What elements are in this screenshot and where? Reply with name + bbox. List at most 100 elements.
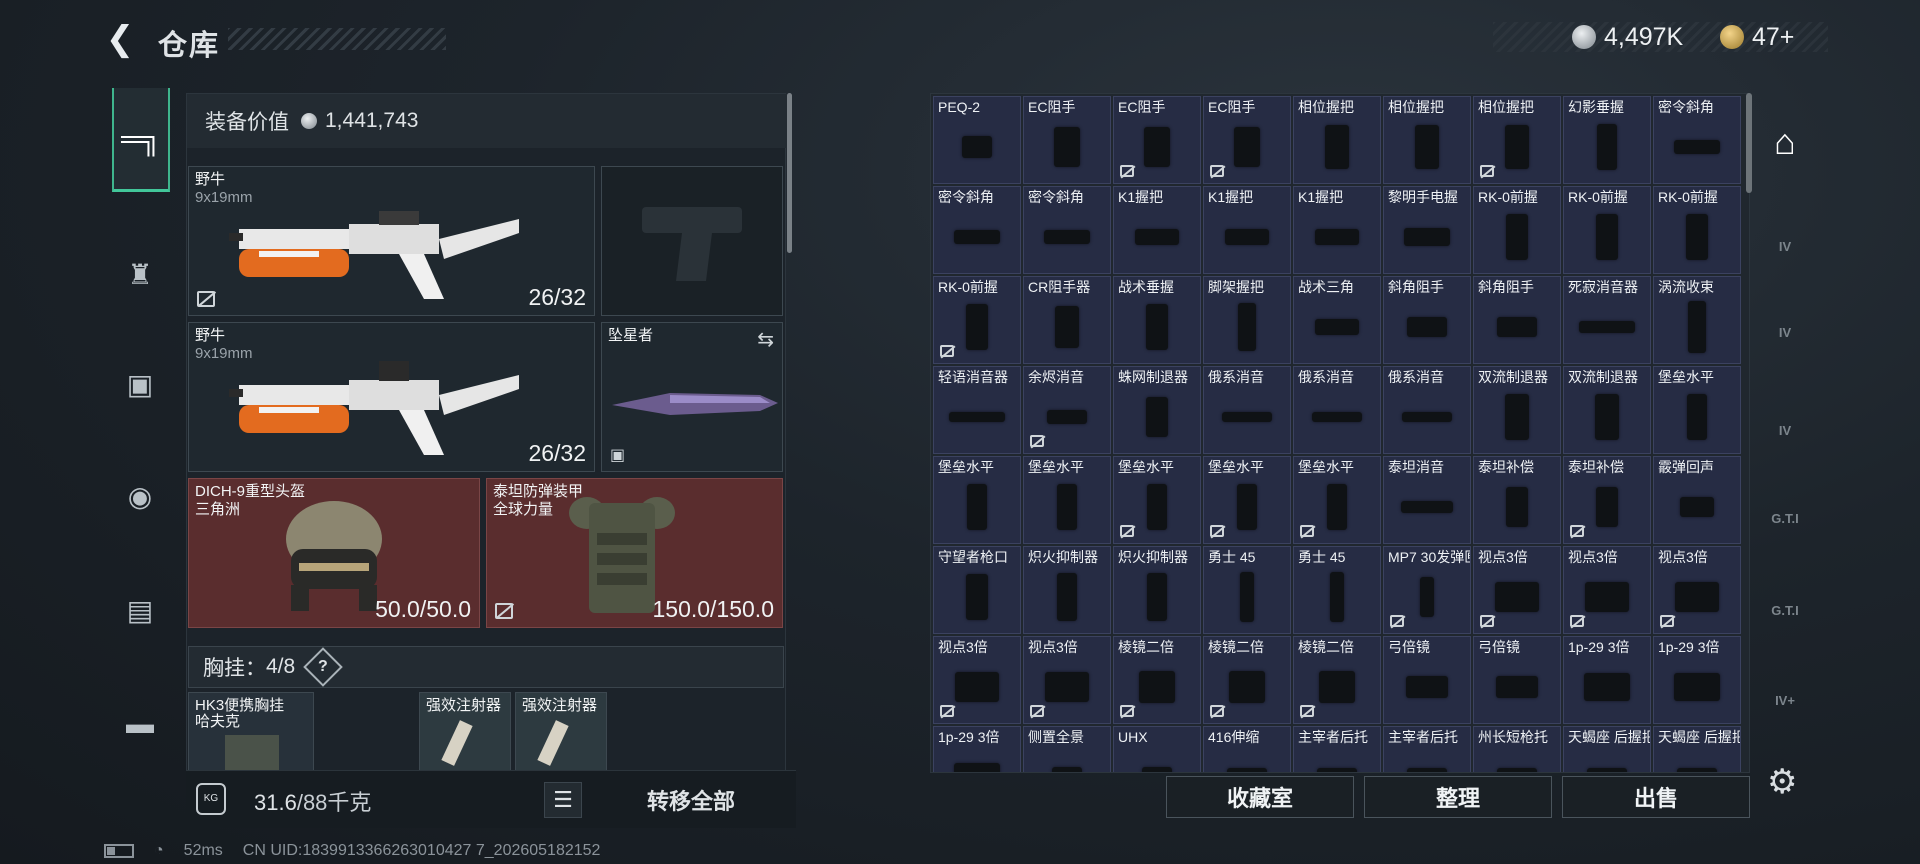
storage-item[interactable]: MP7 30发弹匣 <box>1383 546 1471 634</box>
storage-item[interactable]: 双流制退器 <box>1473 366 1561 454</box>
storage-item[interactable]: 天蝎座 后握把 <box>1563 726 1651 772</box>
storage-item[interactable]: 弓倍镜 <box>1473 636 1561 724</box>
injector-item[interactable]: 强效注射器 <box>515 692 607 772</box>
storage-item[interactable]: 相位握把 <box>1383 96 1471 184</box>
storage-item[interactable]: 弓倍镜 <box>1383 636 1471 724</box>
storage-item[interactable]: 涡流收束 <box>1653 276 1741 364</box>
storage-item[interactable]: K1握把 <box>1203 186 1291 274</box>
storage-item[interactable]: 炽火抑制器 <box>1113 546 1201 634</box>
tab-pistol[interactable]: ═╗ <box>112 88 170 192</box>
storage-item[interactable]: 视点3倍 <box>1023 636 1111 724</box>
storage-item[interactable]: 黎明手电握 <box>1383 186 1471 274</box>
storage-scrollbar[interactable] <box>1746 93 1752 193</box>
storage-item[interactable]: 密令斜角 <box>1023 186 1111 274</box>
storage-item[interactable]: CR阻手器 <box>1023 276 1111 364</box>
tab-toolbox[interactable]: ▬ <box>112 696 168 752</box>
help-icon[interactable]: ? <box>303 647 344 687</box>
storage-item[interactable]: 416伸缩 <box>1203 726 1291 772</box>
storage-item[interactable]: 勇士 45 <box>1203 546 1291 634</box>
sort-button[interactable]: 整理 <box>1364 776 1552 818</box>
storage-item[interactable]: 俄系消音 <box>1203 366 1291 454</box>
left-scrollbar[interactable] <box>787 93 792 253</box>
storage-item[interactable]: 堡垒水平 <box>1113 456 1201 544</box>
container-iv-add-icon[interactable]: IV+ <box>1761 674 1809 726</box>
tab-backpack[interactable]: ▣ <box>112 356 168 412</box>
storage-item[interactable]: 堡垒水平 <box>1653 366 1741 454</box>
gear-icon[interactable]: ⚙ <box>1767 762 1797 802</box>
melee-slot[interactable]: 坠星者 ⇆ ▣ <box>601 322 783 472</box>
stash-icon[interactable]: ⌂ <box>1761 116 1809 168</box>
tab-bag[interactable]: ◉ <box>112 468 168 524</box>
currency-gold[interactable]: 47+ <box>1720 22 1794 52</box>
storage-item[interactable]: EC阻手 <box>1113 96 1201 184</box>
storage-item[interactable]: 蛛网制退器 <box>1113 366 1201 454</box>
storage-item[interactable]: 守望者枪口 <box>933 546 1021 634</box>
currency-silver[interactable]: 4,497K <box>1572 22 1683 52</box>
storage-item[interactable]: 堡垒水平 <box>1203 456 1291 544</box>
storage-item[interactable]: 棱镜二倍 <box>1203 636 1291 724</box>
storage-item[interactable]: 战术三角 <box>1293 276 1381 364</box>
storage-item[interactable]: 堡垒水平 <box>933 456 1021 544</box>
list-view-button[interactable]: ☰ <box>544 782 582 818</box>
storage-item[interactable]: 双流制退器 <box>1563 366 1651 454</box>
storage-item[interactable]: 天蝎座 后握把 <box>1653 726 1741 772</box>
armor-slot[interactable]: 泰坦防弹装甲 全球力量 150.0/150.0 <box>486 478 783 628</box>
sidearm-slot-empty[interactable] <box>601 166 783 316</box>
injector-item[interactable]: 强效注射器 <box>419 692 511 772</box>
back-arrow-icon[interactable]: ❮ <box>100 20 140 58</box>
tab-case[interactable]: ▤ <box>112 582 168 638</box>
storage-item[interactable]: 泰坦消音 <box>1383 456 1471 544</box>
storage-item[interactable]: 相位握把 <box>1473 96 1561 184</box>
container-iv-icon[interactable]: IV <box>1761 404 1809 456</box>
swap-icon[interactable]: ⇆ <box>757 327 774 352</box>
storage-item[interactable]: 霰弹回声 <box>1653 456 1741 544</box>
storage-item[interactable]: 视点3倍 <box>933 636 1021 724</box>
storage-item[interactable]: 脚架握把 <box>1203 276 1291 364</box>
storage-item[interactable]: 棱镜二倍 <box>1113 636 1201 724</box>
container-iv-icon[interactable]: IV <box>1761 220 1809 272</box>
storage-item[interactable]: 俄系消音 <box>1383 366 1471 454</box>
storage-item[interactable]: 斜角阻手 <box>1383 276 1471 364</box>
container-gti-icon[interactable]: G.T.I <box>1761 584 1809 636</box>
helmet-slot[interactable]: DICH-9重型头盔 三角洲 50.0/50.0 <box>188 478 480 628</box>
storage-item[interactable]: 相位握把 <box>1293 96 1381 184</box>
sell-button[interactable]: 出售 <box>1562 776 1750 818</box>
storage-item[interactable]: 密令斜角 <box>933 186 1021 274</box>
storage-item[interactable]: 炽火抑制器 <box>1023 546 1111 634</box>
storage-item[interactable]: 堡垒水平 <box>1293 456 1381 544</box>
secondary-weapon-slot[interactable]: 野牛 9x19mm 26/32 <box>188 322 595 472</box>
transfer-all-button[interactable]: 转移全部 <box>601 779 781 821</box>
storage-item[interactable]: 州长短枪托 <box>1473 726 1561 772</box>
storage-item[interactable]: 视点3倍 <box>1653 546 1741 634</box>
storage-item[interactable]: K1握把 <box>1113 186 1201 274</box>
storage-item[interactable]: 余烬消音 <box>1023 366 1111 454</box>
storage-item[interactable]: EC阻手 <box>1203 96 1291 184</box>
collection-room-button[interactable]: 收藏室 <box>1166 776 1354 818</box>
storage-item[interactable]: K1握把 <box>1293 186 1381 274</box>
storage-item[interactable]: 1p-29 3倍 <box>933 726 1021 772</box>
tab-vest[interactable]: ♜ <box>112 246 168 302</box>
chest-rig-item[interactable]: HK3便携胸挂 哈夫克 <box>188 692 314 772</box>
storage-item[interactable]: 主宰者后托 <box>1293 726 1381 772</box>
storage-item[interactable]: 俄系消音 <box>1293 366 1381 454</box>
storage-item[interactable]: 堡垒水平 <box>1023 456 1111 544</box>
storage-item[interactable]: 1p-29 3倍 <box>1563 636 1651 724</box>
storage-item[interactable]: 战术垂握 <box>1113 276 1201 364</box>
storage-item[interactable]: RK-0前握 <box>933 276 1021 364</box>
storage-item[interactable]: RK-0前握 <box>1473 186 1561 274</box>
storage-item[interactable]: RK-0前握 <box>1563 186 1651 274</box>
storage-item[interactable]: 泰坦补偿 <box>1473 456 1561 544</box>
storage-item[interactable]: 勇士 45 <box>1293 546 1381 634</box>
storage-item[interactable]: PEQ-2 <box>933 96 1021 184</box>
storage-item[interactable]: 斜角阻手 <box>1473 276 1561 364</box>
storage-item[interactable]: 侧置全景 <box>1023 726 1111 772</box>
storage-item[interactable]: UHX <box>1113 726 1201 772</box>
storage-item[interactable]: 轻语消音器 <box>933 366 1021 454</box>
storage-item[interactable]: RK-0前握 <box>1653 186 1741 274</box>
container-gti-icon[interactable]: G.T.I <box>1761 492 1809 544</box>
storage-item[interactable]: 主宰者后托 <box>1383 726 1471 772</box>
storage-item[interactable]: 视点3倍 <box>1473 546 1561 634</box>
primary-weapon-slot[interactable]: 野牛 9x19mm 26/32 <box>188 166 595 316</box>
storage-item[interactable]: EC阻手 <box>1023 96 1111 184</box>
storage-item[interactable]: 幻影垂握 <box>1563 96 1651 184</box>
